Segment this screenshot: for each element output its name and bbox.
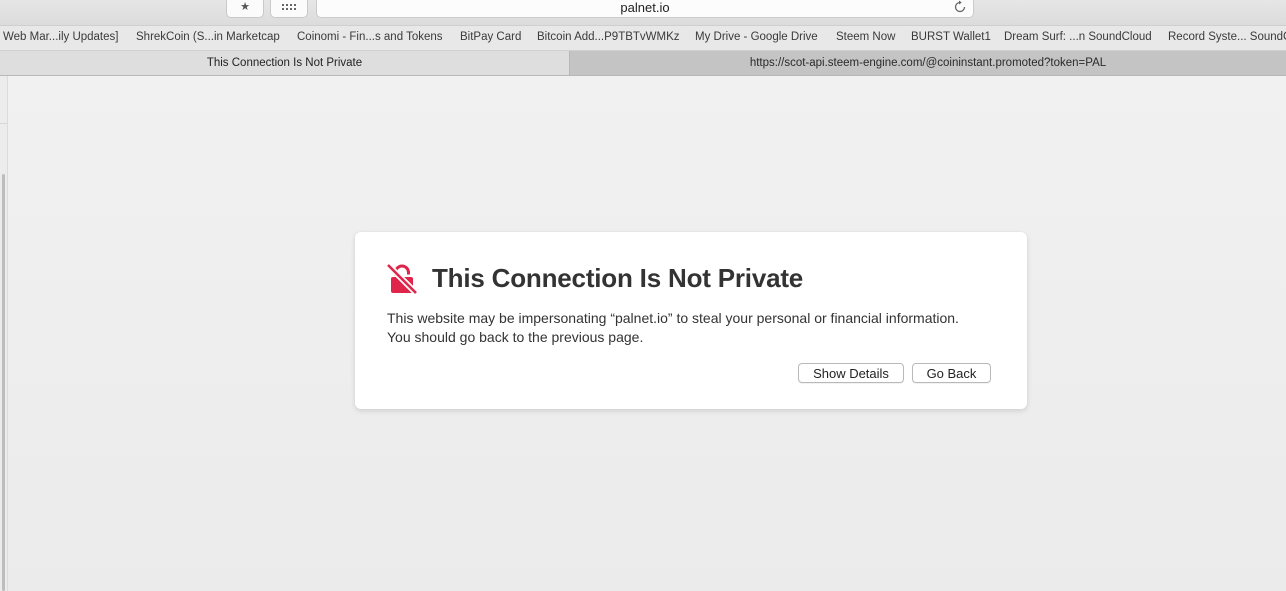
address-bar[interactable]: palnet.io [316, 0, 974, 18]
broken-lock-icon [386, 263, 418, 295]
bookmark-item[interactable]: Coinomi - Fin...s and Tokens [297, 31, 443, 43]
side-edge [0, 76, 8, 591]
bookmark-item[interactable]: ShrekCoin (S...in Marketcap [136, 31, 280, 43]
warning-dialog: This Connection Is Not Private This webs… [355, 232, 1027, 409]
bookmark-item[interactable]: My Drive - Google Drive [695, 31, 818, 43]
tab-inactive[interactable]: https://scot-api.steem-engine.com/@coini… [570, 51, 1286, 75]
bookmark-item[interactable]: Record Syste... SoundCloud [1168, 31, 1286, 43]
bookmarks-button[interactable]: ★ [226, 0, 264, 18]
grid-icon [282, 4, 296, 10]
bookmark-item[interactable]: Dream Surf: ...n SoundCloud [1004, 31, 1152, 43]
bookmark-item[interactable]: Bitcoin Add...P9TBTvWMKz [537, 31, 680, 43]
bookmarks-bar: Web Mar...ily Updates] ShrekCoin (S...in… [0, 26, 1286, 51]
star-icon: ★ [240, 0, 250, 13]
reload-icon[interactable] [953, 0, 967, 14]
tab-bar: This Connection Is Not Private https://s… [0, 51, 1286, 76]
go-back-button[interactable]: Go Back [912, 363, 991, 383]
page-content: This Connection Is Not Private This webs… [0, 76, 1286, 591]
top-sites-button[interactable] [270, 0, 308, 18]
warning-message: This website may be impersonating “palne… [387, 309, 1007, 347]
bookmark-item[interactable]: Web Mar...ily Updates] [3, 31, 118, 43]
warning-title: This Connection Is Not Private [432, 263, 804, 293]
bookmark-item[interactable]: BitPay Card [460, 31, 521, 43]
browser-toolbar: ★ palnet.io [0, 0, 1286, 26]
side-scrollbar[interactable] [2, 174, 5, 591]
show-details-button[interactable]: Show Details [798, 363, 904, 383]
side-edge-divider [0, 123, 7, 124]
url-text: palnet.io [620, 0, 670, 15]
warning-message-line1: This website may be impersonating “palne… [387, 310, 959, 326]
bookmark-item[interactable]: Steem Now [836, 31, 895, 43]
warning-message-line2: You should go back to the previous page. [387, 329, 644, 345]
bookmark-item[interactable]: BURST Wallet1 [911, 31, 991, 43]
tab-active[interactable]: This Connection Is Not Private [0, 51, 570, 75]
